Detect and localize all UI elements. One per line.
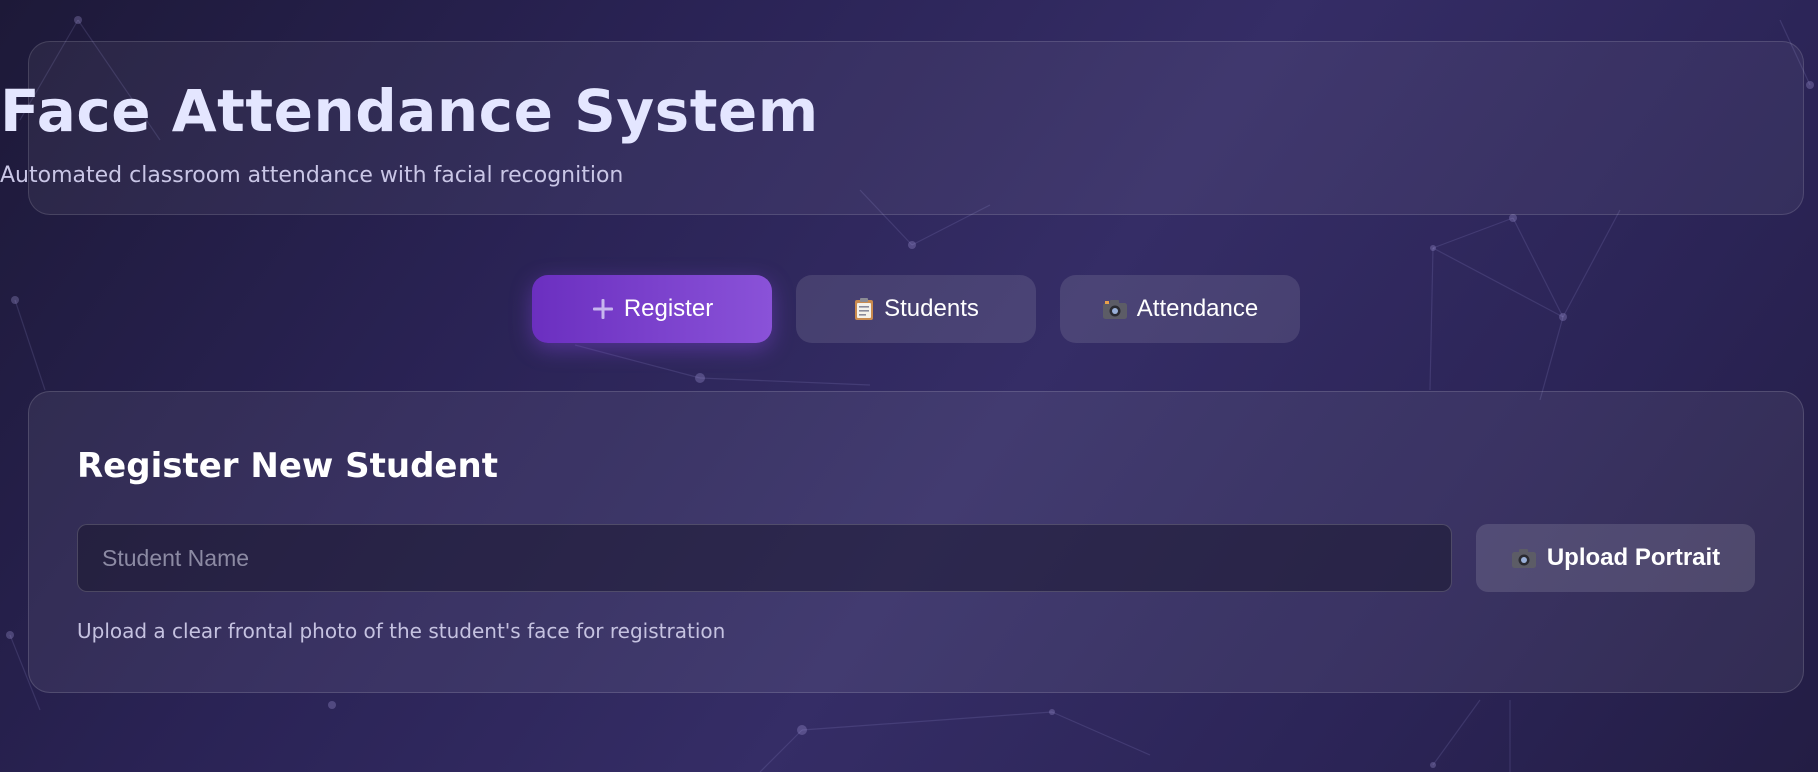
plus-icon xyxy=(591,297,615,321)
upload-hint-text: Upload a clear frontal photo of the stud… xyxy=(77,619,726,643)
clipboard-icon xyxy=(853,297,875,321)
upload-portrait-button[interactable]: Upload Portrait xyxy=(1476,524,1755,592)
tab-attendance[interactable]: Attendance xyxy=(1060,275,1300,343)
camera-icon xyxy=(1102,298,1128,320)
tab-register[interactable]: Register xyxy=(532,275,772,343)
app-subtitle: Automated classroom attendance with faci… xyxy=(0,163,624,188)
student-name-input[interactable] xyxy=(77,524,1452,592)
camera-icon xyxy=(1511,547,1537,569)
tab-students[interactable]: Students xyxy=(796,275,1036,343)
upload-button-label: Upload Portrait xyxy=(1546,544,1721,571)
tab-label: Attendance xyxy=(1136,295,1259,322)
panel-title: Register New Student xyxy=(77,446,498,486)
tab-label: Register xyxy=(623,295,714,322)
tab-label: Students xyxy=(884,295,979,322)
app-title: Face Attendance System xyxy=(0,77,819,145)
